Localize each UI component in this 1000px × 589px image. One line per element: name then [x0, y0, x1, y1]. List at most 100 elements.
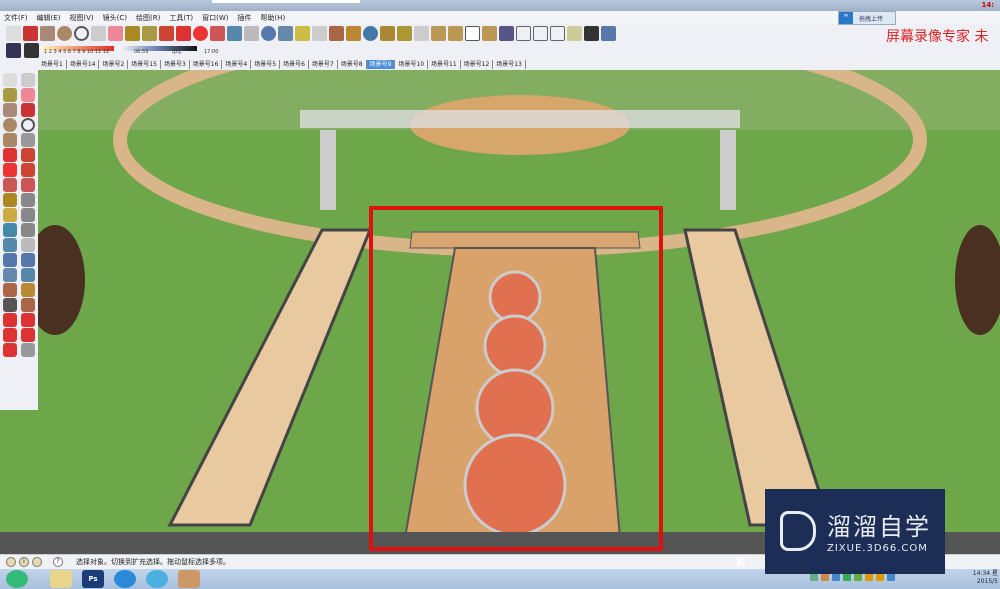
monochrome-icon[interactable] [584, 26, 599, 41]
menu-draw[interactable]: 绘图(R) [136, 13, 160, 23]
zoom-icon[interactable] [261, 26, 276, 41]
pan-icon[interactable] [244, 26, 259, 41]
share-model-icon[interactable] [397, 26, 412, 41]
shaded-icon[interactable] [550, 26, 565, 41]
drape-icon[interactable] [21, 328, 35, 342]
textured-icon[interactable] [567, 26, 582, 41]
push-pull-icon[interactable] [21, 148, 35, 162]
wireframe-icon[interactable] [516, 26, 531, 41]
scene-tab[interactable]: 场景号11 [428, 59, 461, 69]
hidden-line-icon[interactable] [533, 26, 548, 41]
geo-location-icon[interactable] [6, 557, 16, 567]
axes-icon[interactable] [3, 223, 17, 237]
menu-help[interactable]: 帮助(H) [260, 13, 285, 23]
scene-tab[interactable]: 场景号5 [251, 59, 281, 69]
system-tray[interactable] [810, 573, 895, 581]
paint-icon[interactable] [3, 88, 17, 102]
arc-icon[interactable] [74, 26, 89, 41]
add-detail-icon[interactable] [3, 343, 17, 357]
line-icon[interactable] [21, 103, 35, 117]
walk-icon[interactable] [21, 283, 35, 297]
time-slider[interactable] [117, 46, 197, 51]
look-around-icon[interactable] [3, 298, 17, 312]
menu-view[interactable]: 视图(V) [69, 13, 93, 23]
scene-tab[interactable]: 场景号10 [395, 59, 429, 69]
3d-viewport[interactable] [0, 70, 1000, 554]
pencil-icon[interactable] [23, 26, 38, 41]
previous-icon[interactable] [21, 268, 35, 282]
menu-edit[interactable]: 编辑(E) [37, 13, 61, 23]
circle-icon[interactable] [3, 118, 17, 132]
zoom-extents-icon[interactable] [278, 26, 293, 41]
offset-icon[interactable] [21, 178, 35, 192]
scene-tab[interactable]: 场景号12 [461, 59, 494, 69]
walk-icon[interactable] [346, 26, 361, 41]
credits-icon[interactable]: i [19, 557, 29, 567]
previous-view-icon[interactable] [295, 26, 310, 41]
component-icon[interactable] [21, 73, 35, 87]
photoshop-icon[interactable]: Ps [82, 570, 104, 588]
scale-icon[interactable] [3, 178, 17, 192]
polygon-icon[interactable] [3, 133, 17, 147]
browser-icon[interactable] [114, 570, 136, 588]
follow-me-icon[interactable] [21, 163, 35, 177]
iso-view-icon[interactable] [414, 26, 429, 41]
ie-icon[interactable] [146, 570, 168, 588]
shaded-textures-icon[interactable] [601, 26, 616, 41]
eraser-icon[interactable] [21, 88, 35, 102]
next-view-icon[interactable] [312, 26, 327, 41]
select-tool-icon[interactable] [6, 26, 21, 41]
position-camera-icon[interactable] [329, 26, 344, 41]
user-icon[interactable] [32, 557, 42, 567]
clock[interactable]: 14:34 星 2015/5 [973, 570, 998, 586]
freehand-icon[interactable] [21, 133, 35, 147]
pan-icon[interactable] [21, 238, 35, 252]
scene-tab[interactable]: 场景号1 [38, 59, 67, 69]
menu-file[interactable]: 文件(F) [4, 13, 28, 23]
move-icon[interactable] [176, 26, 191, 41]
scene-tab[interactable]: 场景号6 [280, 59, 309, 69]
menu-camera[interactable]: 镜头(C) [103, 13, 127, 23]
tape-icon[interactable] [3, 193, 17, 207]
orbit-icon[interactable] [227, 26, 242, 41]
orbit-icon[interactable] [3, 238, 17, 252]
scene-tab[interactable]: 场景号4 [222, 59, 252, 69]
stamp-icon[interactable] [3, 328, 17, 342]
rotate-icon[interactable] [3, 163, 17, 177]
top-view-icon[interactable] [431, 26, 446, 41]
dimension-icon[interactable] [21, 193, 35, 207]
rotate-icon[interactable] [193, 26, 208, 41]
shadow-toggle-icon[interactable] [24, 43, 39, 58]
flip-edge-icon[interactable] [21, 343, 35, 357]
upload-button[interactable]: ∞ 拖拽上传 [838, 11, 896, 25]
look-around-icon[interactable] [363, 26, 378, 41]
rectangle-icon[interactable] [3, 103, 17, 117]
sandbox-smoove-icon[interactable] [21, 313, 35, 327]
front-view-icon[interactable] [448, 26, 463, 41]
menu-plugins[interactable]: 插件 [237, 13, 251, 23]
text-icon[interactable] [21, 208, 35, 222]
scene-tab[interactable]: 场景号3 [161, 59, 190, 69]
3d-text-icon[interactable] [21, 223, 35, 237]
scene-tab[interactable]: 场景号9 [366, 59, 396, 69]
position-camera-icon[interactable] [3, 283, 17, 297]
zoom-window-icon[interactable] [21, 253, 35, 267]
circle-icon[interactable] [57, 26, 72, 41]
tape-icon[interactable] [125, 26, 140, 41]
push-pull-icon[interactable] [159, 26, 174, 41]
xray-icon[interactable] [499, 26, 514, 41]
scene-tab[interactable]: 场景号2 [99, 59, 129, 69]
help-icon[interactable]: ? [53, 557, 63, 567]
scene-tab[interactable]: 场景号14 [67, 59, 100, 69]
right-view-icon[interactable] [465, 26, 480, 41]
rectangle-icon[interactable] [40, 26, 55, 41]
back-view-icon[interactable] [482, 26, 497, 41]
select-icon[interactable] [3, 73, 17, 87]
move-icon[interactable] [3, 148, 17, 162]
offset-icon[interactable] [210, 26, 225, 41]
menu-window[interactable]: 窗口(W) [202, 13, 228, 23]
scene-tab[interactable]: 场景号16 [190, 59, 223, 69]
scene-tab[interactable]: 场景号7 [309, 59, 338, 69]
zoom-extents-icon[interactable] [3, 268, 17, 282]
section-icon[interactable] [21, 298, 35, 312]
